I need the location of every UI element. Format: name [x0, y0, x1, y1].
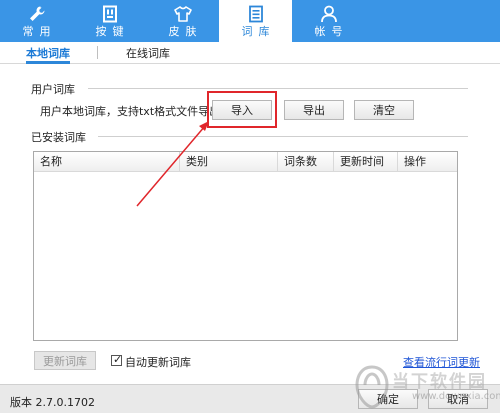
watermark-text: 当下软件园	[392, 372, 487, 392]
downxia-logo-icon	[355, 365, 389, 409]
version-text: 版本 2.7.0.1702	[10, 396, 95, 409]
watermark: 当下软件园 www.downxia.com	[350, 363, 500, 413]
annotation-arrow-icon	[136, 121, 209, 207]
watermark-url: www.downxia.com	[412, 391, 500, 402]
